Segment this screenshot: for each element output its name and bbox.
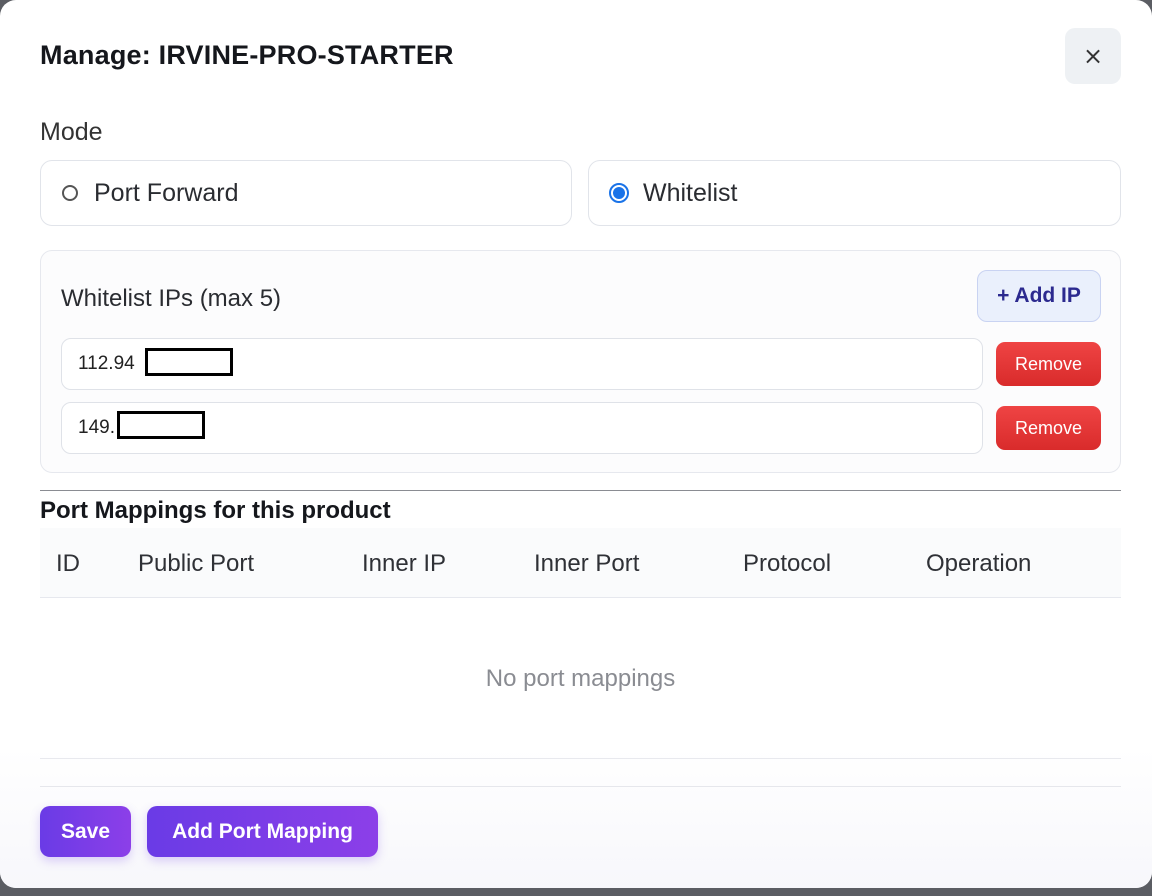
column-header-id: ID [56,550,80,577]
column-header-inner-ip: Inner IP [362,550,447,577]
port-forward-radio[interactable] [62,185,78,201]
port-mappings-title: Port Mappings for this product [40,497,391,524]
add-port-mapping-button[interactable]: Add Port Mapping [147,806,378,857]
whitelist-radio[interactable] [609,183,629,203]
whitelist-ips-title: Whitelist IPs (max 5) [61,285,282,312]
port-forward-label: Port Forward [94,178,239,207]
column-header-inner-port: Inner Port [534,550,640,577]
close-button[interactable]: × [1065,28,1121,84]
mode-option-whitelist[interactable]: Whitelist [588,160,1121,226]
whitelist-label: Whitelist [643,178,738,207]
column-header-operation: Operation [926,550,1032,577]
add-ip-button[interactable]: + Add IP [977,270,1101,322]
section-divider [40,490,1121,491]
footer-divider [40,786,1121,787]
remove-ip-button-2[interactable]: Remove [996,406,1101,450]
whitelist-card: Whitelist IPs (max 5) + Add IP Remove Re… [40,250,1121,473]
mode-option-port-forward[interactable]: Port Forward [40,160,572,226]
port-mappings-table-header: ID Public Port Inner IP Inner Port Proto… [40,528,1121,598]
mode-label: Mode [40,118,103,146]
port-mappings-empty-row: No port mappings [40,599,1121,759]
save-button[interactable]: Save [40,806,131,857]
dialog-title: Manage: IRVINE-PRO-STARTER [40,40,454,70]
manage-dialog: Manage: IRVINE-PRO-STARTER × Mode Port F… [0,0,1152,888]
column-header-protocol: Protocol [743,550,832,577]
remove-ip-button-1[interactable]: Remove [996,342,1101,386]
redaction-box [117,411,205,439]
empty-state-text: No port mappings [485,665,676,692]
redaction-box [145,348,233,376]
column-header-public-port: Public Port [138,550,255,577]
close-icon: × [1082,42,1104,70]
